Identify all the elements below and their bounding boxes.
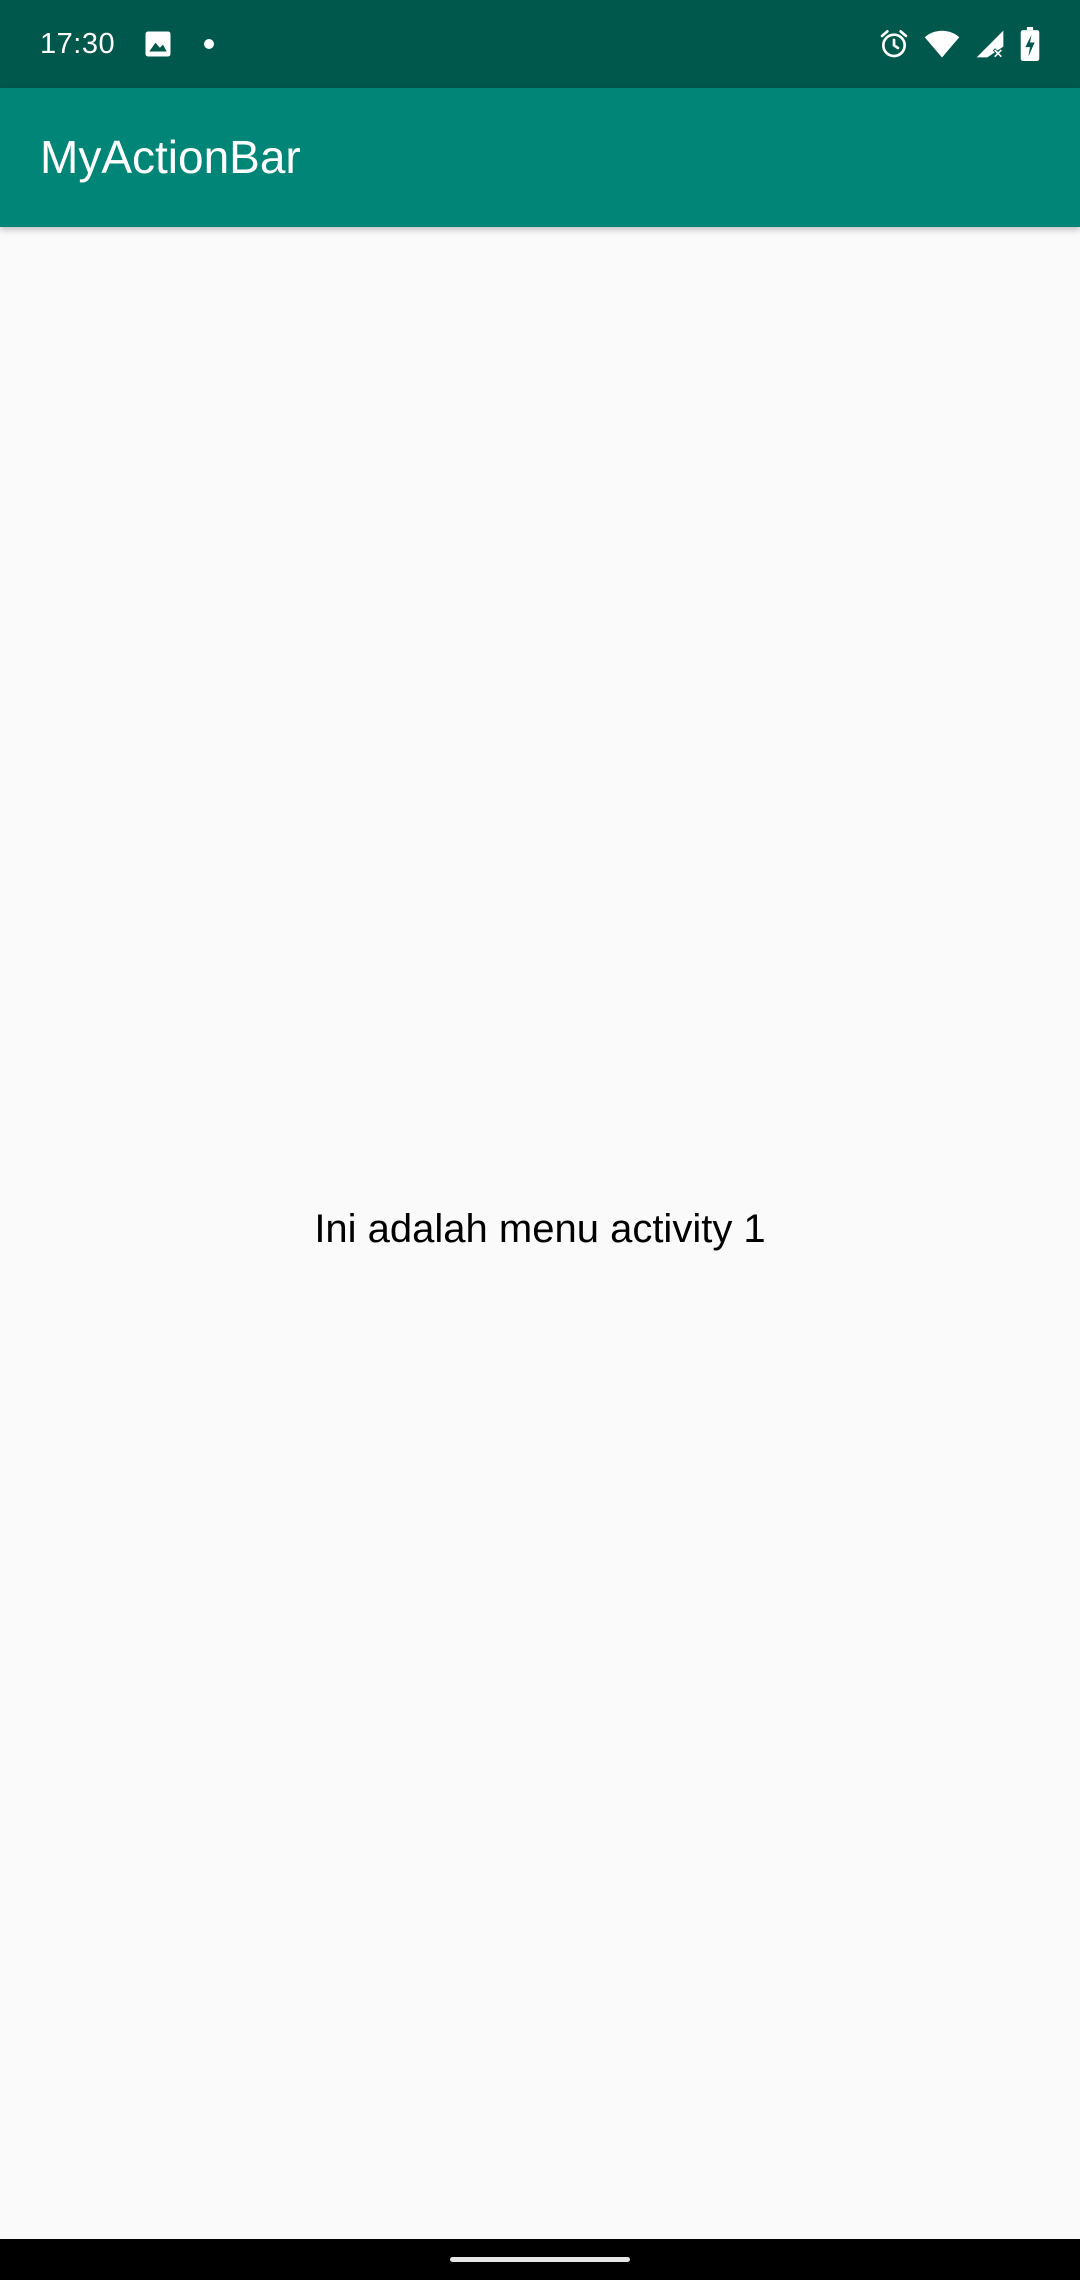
status-bar-left: 17:30 bbox=[40, 0, 215, 88]
status-bar-right bbox=[878, 0, 1040, 88]
page-title: MyActionBar bbox=[40, 131, 301, 183]
wifi-icon bbox=[924, 28, 960, 60]
activity-content: Ini adalah menu activity 1 bbox=[0, 227, 1080, 2239]
navigation-bar bbox=[0, 2239, 1080, 2280]
action-bar: MyActionBar bbox=[0, 88, 1080, 227]
dot-icon bbox=[203, 38, 215, 50]
status-time: 17:30 bbox=[40, 27, 116, 60]
status-bar: 17:30 bbox=[0, 0, 1080, 88]
home-gesture-handle[interactable] bbox=[450, 2257, 630, 2262]
cellular-no-data-icon bbox=[974, 28, 1006, 60]
battery-charging-icon bbox=[1020, 27, 1040, 61]
alarm-icon bbox=[878, 28, 910, 60]
activity-message: Ini adalah menu activity 1 bbox=[314, 1207, 766, 1251]
image-icon bbox=[143, 29, 173, 59]
